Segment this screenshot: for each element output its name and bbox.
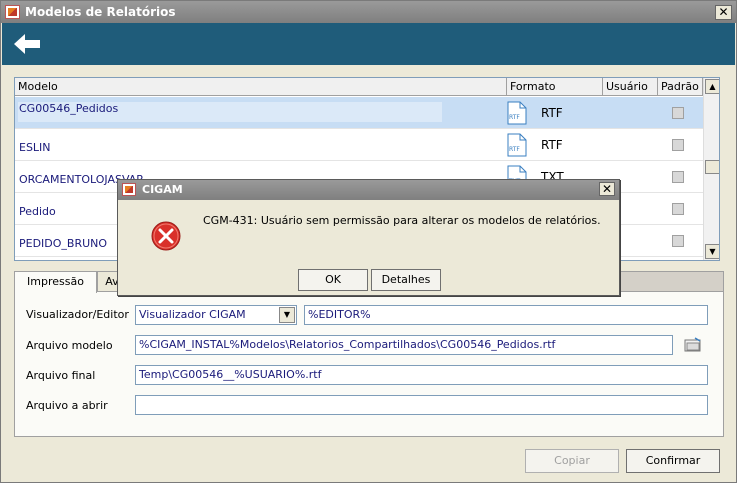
viewer-dropdown-button[interactable]: ▼: [279, 307, 295, 323]
open-file-label: Arquivo a abrir: [26, 399, 108, 412]
row-model-name: Pedido: [19, 205, 56, 218]
row-default-checkbox[interactable]: [672, 107, 684, 119]
row-default-checkbox[interactable]: [672, 203, 684, 215]
details-button[interactable]: Detalhes: [371, 269, 441, 291]
row-model-name: ESLIN: [19, 141, 51, 154]
tab-impressao[interactable]: Impressão: [14, 271, 97, 293]
row-default-checkbox[interactable]: [672, 139, 684, 151]
row-model-name: PEDIDO_BRUNO: [19, 237, 108, 250]
scroll-up-button[interactable]: ▲: [705, 79, 719, 94]
svg-text:RTF: RTF: [509, 146, 520, 153]
row-model-name: CG00546_Pedidos: [19, 102, 119, 115]
dialog-app-logo-icon: [122, 183, 136, 196]
table-row[interactable]: ESLIN RTF RTF: [15, 129, 703, 161]
app-logo-icon: [5, 5, 20, 19]
grid-vertical-scrollbar[interactable]: ▲ ▼: [703, 78, 719, 260]
dialog-titlebar: CIGAM ✕: [118, 180, 619, 200]
row-default-checkbox[interactable]: [672, 171, 684, 183]
column-header-usuario[interactable]: Usuário: [603, 78, 658, 96]
table-row[interactable]: CG00546_Pedidos RTF RTF: [15, 97, 703, 129]
back-arrow-icon[interactable]: [12, 32, 42, 56]
window-close-button[interactable]: ✕: [715, 5, 732, 20]
tab-bar-right-area: [611, 271, 724, 291]
dialog-close-button[interactable]: ✕: [599, 182, 615, 196]
viewer-label: Visualizador/Editor: [26, 308, 129, 321]
browse-folder-icon[interactable]: [684, 337, 702, 353]
copy-button[interactable]: Copiar: [525, 449, 619, 473]
error-icon: [151, 221, 181, 251]
model-file-label: Arquivo modelo: [26, 339, 113, 352]
scroll-down-button[interactable]: ▼: [705, 244, 719, 259]
window-titlebar: Modelos de Relatórios ✕: [1, 1, 736, 23]
scroll-thumb[interactable]: [705, 160, 719, 174]
row-format: RTF: [541, 138, 563, 152]
svg-text:RTF: RTF: [509, 114, 520, 121]
row-format: RTF: [541, 106, 563, 120]
column-header-formato[interactable]: Formato: [507, 78, 603, 96]
row-default-checkbox[interactable]: [672, 235, 684, 247]
model-file-field[interactable]: %CIGAM_INSTAL%Modelos\Relatorios_Compart…: [135, 335, 673, 355]
final-file-field[interactable]: Temp\CG00546__%USUARIO%.rtf: [135, 365, 708, 385]
final-file-label: Arquivo final: [26, 369, 96, 382]
ok-button[interactable]: OK: [298, 269, 368, 291]
open-file-field[interactable]: [135, 395, 708, 415]
dialog-title: CIGAM: [142, 183, 183, 196]
rtf-file-icon: RTF: [507, 133, 527, 157]
viewer-combobox[interactable]: Visualizador CIGAM ▼: [135, 305, 297, 325]
column-header-padrao[interactable]: Padrão: [658, 78, 703, 96]
error-dialog: CIGAM ✕ CGM-431: Usuário sem permissão p…: [117, 179, 620, 296]
header-band: [2, 23, 735, 65]
grid-header: Modelo Formato Usuário Padrão: [15, 78, 703, 96]
rtf-file-icon: RTF: [507, 101, 527, 125]
window-title: Modelos de Relatórios: [25, 5, 176, 19]
dialog-message: CGM-431: Usuário sem permissão para alte…: [203, 214, 601, 227]
confirm-button[interactable]: Confirmar: [626, 449, 720, 473]
column-header-modelo[interactable]: Modelo: [15, 78, 507, 96]
viewer-combobox-value: Visualizador CIGAM: [139, 308, 246, 321]
impressao-panel: Visualizador/Editor Visualizador CIGAM ▼…: [14, 291, 724, 437]
editor-field[interactable]: %EDITOR%: [304, 305, 708, 325]
